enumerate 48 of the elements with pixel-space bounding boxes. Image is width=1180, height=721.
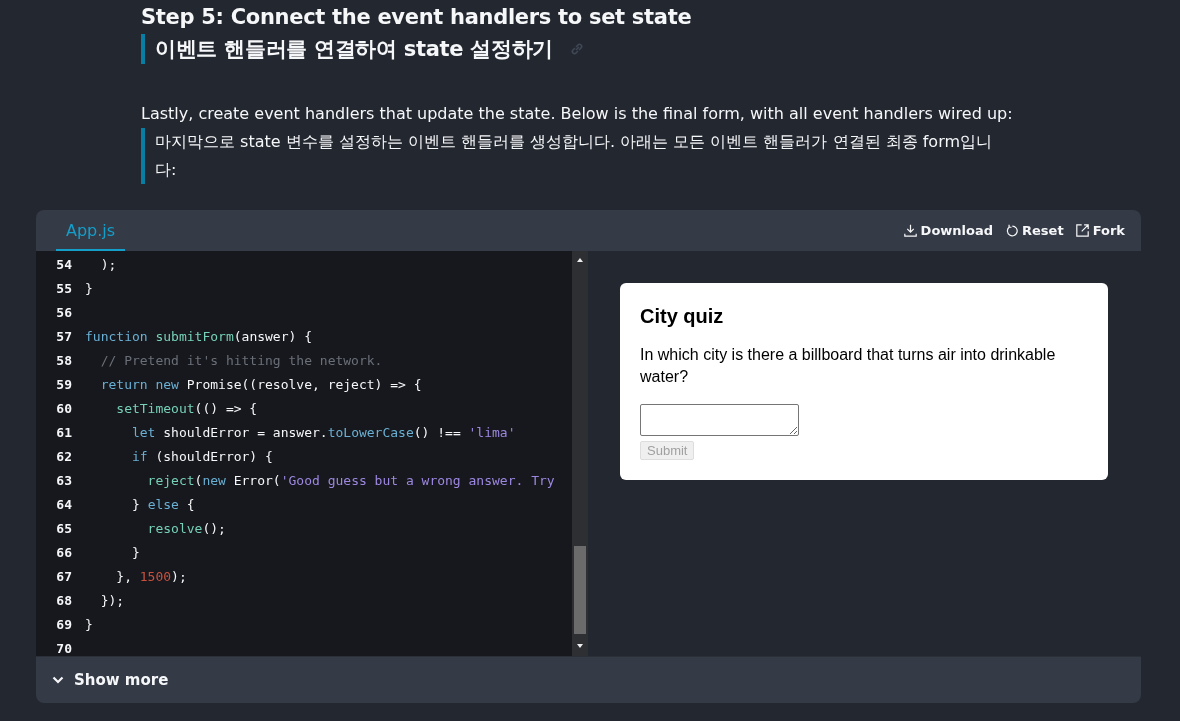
code-line: // Pretend it's hitting the network. [99, 352, 383, 368]
translated-heading: 이벤트 핸들러를 연결하여 state 설정하기 [155, 36, 554, 63]
code-line: ); [99, 256, 117, 272]
translated-paragraph: 마지막으로 state 변수를 설정하는 이벤트 핸들러를 생성합니다. 아래는 모든 이벤트 핸들러가 연결된 최종 form입니다: [141, 128, 1001, 184]
line-number: 59 [55, 376, 73, 392]
code-line: }, 1500); [115, 568, 187, 584]
line-number: 55 [55, 280, 73, 296]
quiz-title: City quiz [640, 305, 725, 328]
download-button[interactable]: Download [903, 223, 994, 238]
code-line: } [85, 616, 93, 632]
answer-field[interactable] [640, 404, 799, 436]
code-line: return new Promise((resolve, reject) => { [99, 376, 422, 392]
section-heading: Step 5: Connect the event handlers to set state [141, 4, 693, 31]
line-number: 66 [55, 544, 73, 560]
code-line: } [130, 544, 140, 560]
line-number: 63 [55, 472, 73, 488]
code-line: let shouldError = answer.toLowerCase() !== 'lima' [130, 424, 516, 440]
line-number: 56 [55, 304, 73, 320]
download-icon [903, 224, 917, 237]
line-number: 64 [55, 496, 73, 512]
line-number: 57 [55, 328, 73, 344]
line-number: 65 [55, 520, 73, 536]
reset-button[interactable]: Reset [1005, 223, 1064, 238]
quiz-question: In which city is there a billboard that turns air into drinkable water? [640, 345, 1057, 387]
code-line: } [85, 280, 93, 296]
code-line: if (shouldError) { [130, 448, 273, 464]
chevron-down-icon [52, 674, 64, 686]
line-number: 62 [55, 448, 73, 464]
line-number: 60 [55, 400, 73, 416]
code-line: resolve(); [146, 520, 226, 536]
code-line: function submitForm(answer) { [85, 328, 312, 344]
external-link-icon [1075, 224, 1089, 237]
line-number: 70 [55, 640, 73, 656]
line-number: 61 [55, 424, 73, 440]
reset-icon [1005, 224, 1019, 237]
link-icon[interactable] [569, 41, 586, 57]
line-number: 69 [55, 616, 73, 632]
line-number: 68 [55, 592, 73, 608]
line-number: 58 [55, 352, 73, 368]
show-more-button[interactable]: Show more [36, 671, 169, 689]
line-number: 67 [55, 568, 73, 584]
code-line: setTimeout(() => { [115, 400, 258, 416]
line-number: 54 [55, 256, 73, 272]
code-line: reject(new Error('Good guess but a wrong answer. Try [146, 472, 555, 488]
code-line: }); [99, 592, 125, 608]
code-line: } else { [130, 496, 195, 512]
paragraph: Lastly, create event handlers that update the state. Below is the final form, with all event handlers wired up: [141, 103, 1014, 125]
fork-button[interactable]: Fork [1075, 223, 1125, 238]
